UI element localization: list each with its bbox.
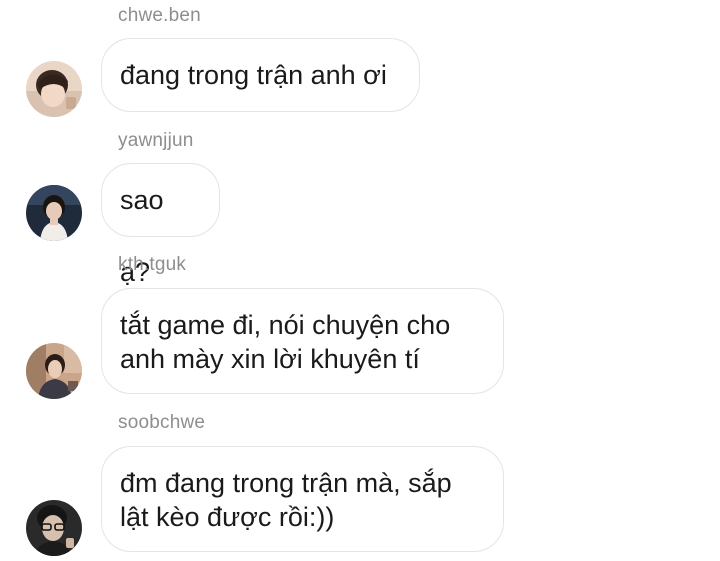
user-avatar[interactable] xyxy=(26,185,82,241)
user-avatar[interactable] xyxy=(26,343,82,399)
avatar-photo-icon xyxy=(26,500,82,556)
avatar-photo-icon xyxy=(26,61,82,117)
avatar-photo-icon xyxy=(26,343,82,399)
chat-thread: chwe.ben đang trong trận anh ơi yawnjjun xyxy=(0,0,720,561)
message-bubble[interactable]: đm đang trong trận mà, sắp lật kèo được … xyxy=(101,446,504,552)
user-avatar[interactable] xyxy=(26,61,82,117)
message-username[interactable]: soobchwe xyxy=(118,412,205,434)
message-bubble[interactable]: đang trong trận anh ơi xyxy=(101,38,420,112)
message-username[interactable]: chwe.ben xyxy=(118,5,201,27)
message-bubble[interactable]: tắt game đi, nói chuyện cho anh mày xin … xyxy=(101,288,504,394)
avatar-photo-icon xyxy=(26,185,82,241)
message-bubble[interactable]: sao ạ? xyxy=(101,163,220,287)
message-username[interactable]: yawnjjun xyxy=(118,130,194,152)
message-username[interactable]: kth.tguk xyxy=(118,254,186,276)
user-avatar[interactable] xyxy=(26,500,82,556)
